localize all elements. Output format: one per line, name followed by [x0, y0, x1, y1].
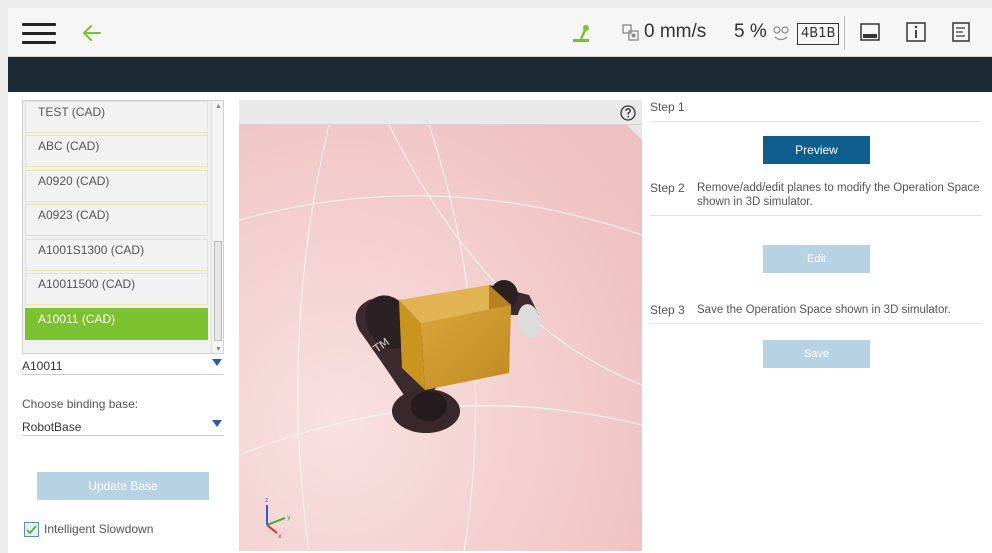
speed-icon: [622, 24, 639, 41]
speed-percent: 5 %: [734, 21, 767, 42]
list-item[interactable]: A1001S1300 (CAD): [25, 239, 208, 271]
simulator-canvas[interactable]: TM z y x: [239, 125, 642, 551]
binding-base-select[interactable]: RobotBase: [22, 417, 224, 436]
toolbar-divider: [844, 16, 845, 50]
slow-mode-icon: [773, 26, 789, 41]
list-item[interactable]: A0923 (CAD): [25, 204, 208, 236]
intelligent-slowdown-checkbox[interactable]: [24, 522, 39, 537]
jog-icon: [573, 25, 589, 42]
step2-label: Step 2: [650, 181, 685, 195]
base-select-value: A10011: [22, 359, 63, 373]
edit-button[interactable]: Edit: [763, 245, 870, 273]
page-header-bar: [8, 57, 992, 92]
main-content: TEST (CAD) ABC (CAD) A0920 (CAD) A0923 (…: [8, 92, 992, 553]
list-item[interactable]: A0920 (CAD): [25, 170, 208, 202]
base-list[interactable]: TEST (CAD) ABC (CAD) A0920 (CAD) A0923 (…: [22, 100, 224, 354]
menu-icon[interactable]: [22, 23, 56, 45]
axis-z-label: z: [265, 497, 268, 504]
binding-base-value: RobotBase: [22, 420, 82, 434]
binding-base-label: Choose binding base:: [22, 397, 139, 411]
right-panel: Step 1 Preview Step 2 Remove/add/edit pl…: [650, 92, 992, 553]
list-item[interactable]: ABC (CAD): [25, 135, 208, 167]
help-icon[interactable]: [620, 105, 636, 121]
list-scrollbar[interactable]: ▲ ▼: [211, 101, 223, 353]
step3-description: Save the Operation Space shown in 3D sim…: [697, 304, 951, 316]
display-icon[interactable]: [859, 21, 881, 43]
viewer-header: [239, 100, 642, 125]
log-icon[interactable]: [950, 21, 972, 43]
axis-x-label: x: [278, 533, 282, 540]
list-item[interactable]: A10011500 (CAD): [25, 273, 208, 305]
3d-simulator[interactable]: TM z y x: [239, 100, 642, 551]
info-icon[interactable]: [905, 21, 927, 43]
scroll-up-icon[interactable]: ▲: [215, 103, 222, 110]
list-item[interactable]: TEST (CAD): [25, 101, 208, 133]
left-panel: TEST (CAD) ABC (CAD) A0920 (CAD) A0923 (…: [22, 100, 228, 550]
app-root: 0 mm/s 5 % 4B1B TEST (CAD) ABC (CAD) A09…: [0, 0, 992, 553]
base-select[interactable]: A10011: [22, 356, 224, 375]
list-item-selected[interactable]: A10011 (CAD): [25, 308, 208, 340]
back-arrow-icon[interactable]: [78, 18, 108, 48]
dropdown-arrow-icon[interactable]: [212, 420, 222, 427]
dropdown-arrow-icon[interactable]: [212, 359, 222, 366]
checkmark-icon: [26, 525, 37, 535]
axis-y-label: y: [287, 514, 291, 521]
scroll-down-icon[interactable]: ▼: [215, 346, 222, 353]
step2-description: Remove/add/edit planes to modify the Ope…: [697, 182, 980, 208]
top-toolbar: 0 mm/s 5 % 4B1B: [8, 8, 992, 57]
project-badge: 4B1B: [797, 23, 840, 45]
update-base-button[interactable]: Update Base: [37, 472, 209, 500]
divider: [650, 323, 981, 324]
intelligent-slowdown-label: Intelligent Slowdown: [44, 522, 154, 536]
step1-label: Step 1: [650, 100, 685, 114]
divider: [650, 121, 981, 122]
preview-button[interactable]: Preview: [763, 136, 870, 164]
divider: [650, 215, 981, 216]
save-button[interactable]: Save: [763, 340, 870, 368]
tool-box: [399, 285, 511, 390]
scroll-thumb[interactable]: [214, 241, 222, 341]
step3-label: Step 3: [650, 303, 685, 317]
speed-readout: 0 mm/s: [644, 21, 707, 42]
